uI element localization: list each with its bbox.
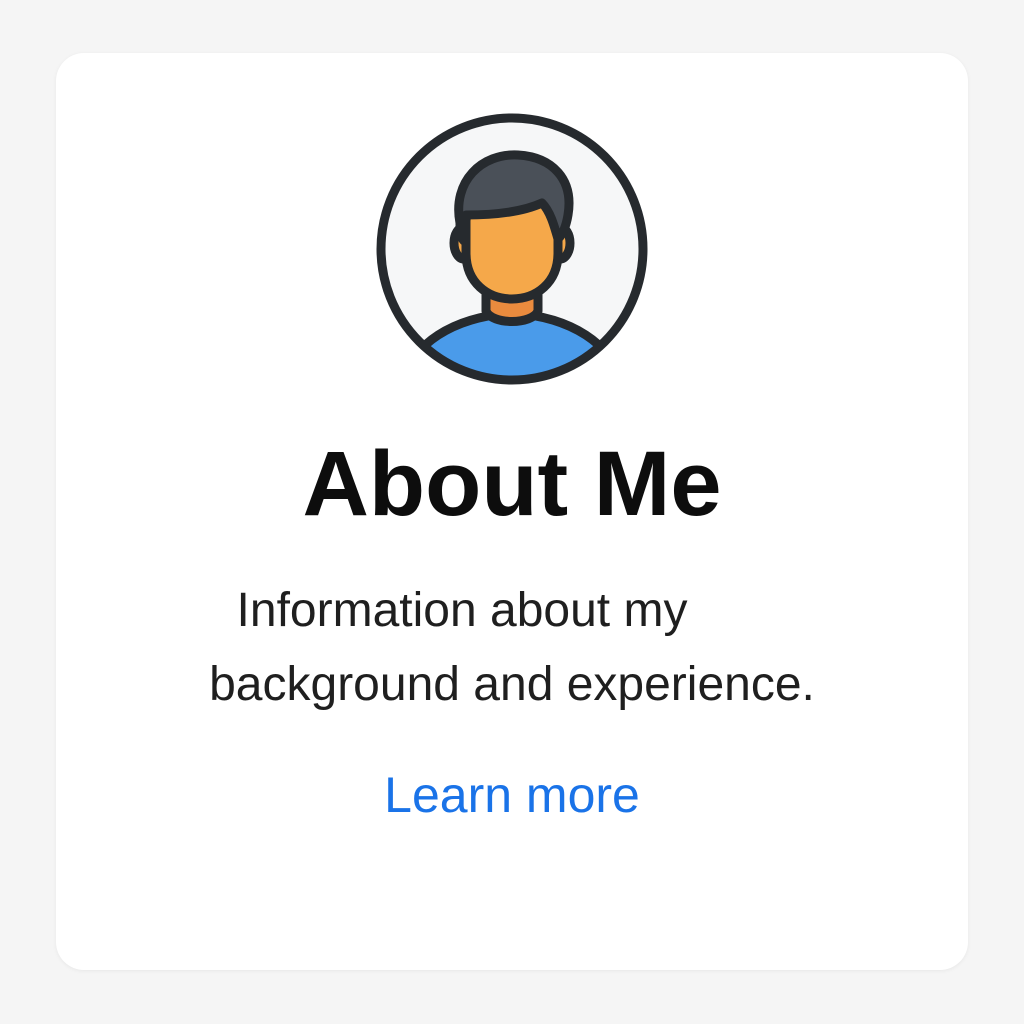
description-line-2: background and experience. xyxy=(209,658,815,711)
learn-more-link[interactable]: Learn more xyxy=(0,762,1024,828)
user-avatar-icon xyxy=(374,111,650,387)
card-title: About Me xyxy=(302,433,722,535)
description-line-1: Information about my xyxy=(236,584,688,637)
card-description: Information about my background and expe… xyxy=(120,574,904,722)
